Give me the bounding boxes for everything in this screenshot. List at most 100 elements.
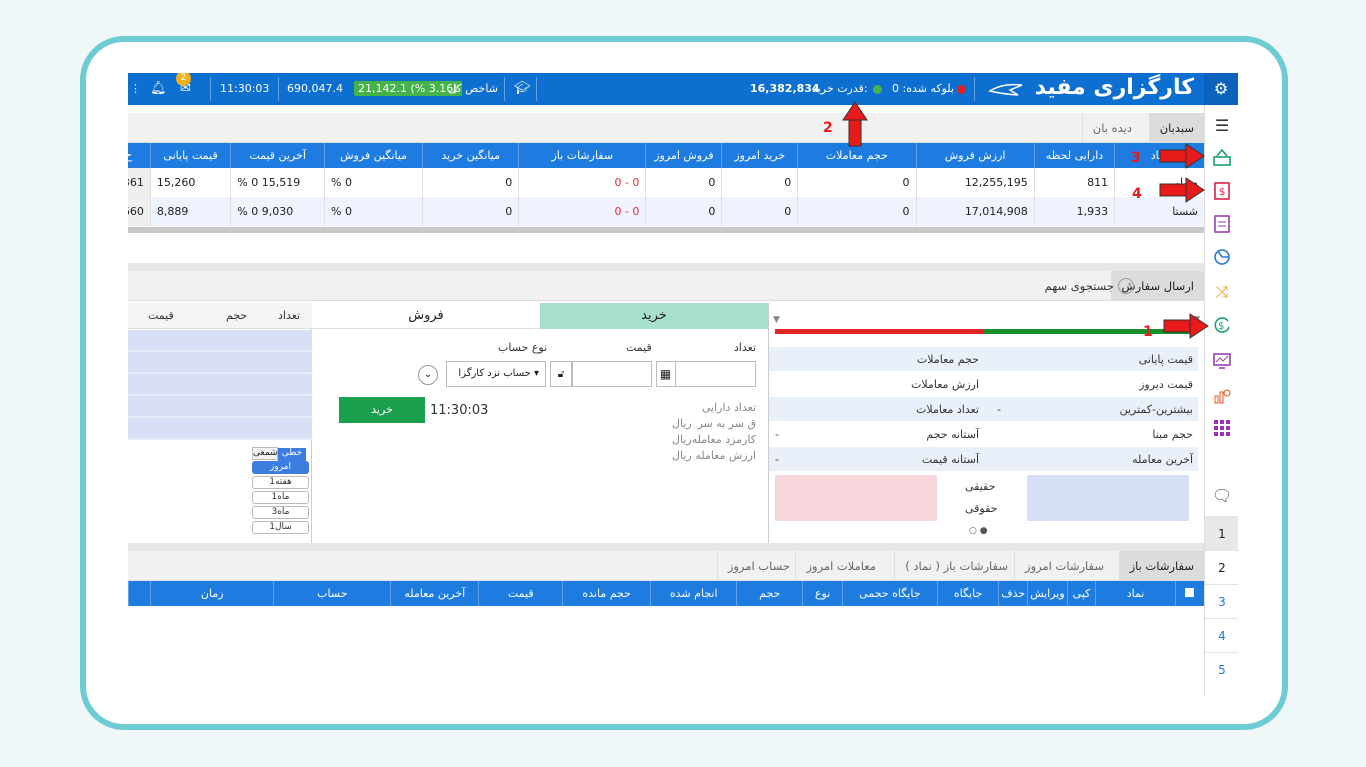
col-avg-buy: میانگین خرید <box>422 143 519 168</box>
cell-sell-value: 17,014,908 <box>915 197 1035 226</box>
pie-chart-icon[interactable] <box>1211 247 1233 269</box>
info-volume-threshold-label: آستانه حجم <box>926 428 979 441</box>
col-remaining: حجم مانده <box>562 581 651 606</box>
cell-best: 889,660 <box>128 197 151 226</box>
buy-button[interactable]: خرید <box>339 397 425 423</box>
asset-count-label: تعداد دارایی <box>701 401 756 414</box>
pager-dots[interactable]: ○ ● <box>969 526 988 536</box>
trade-value-label: ارزش معامله <box>695 449 756 462</box>
range-today[interactable]: امروز <box>252 461 309 474</box>
info-close-price-label: قیمت پایانی <box>1138 353 1193 366</box>
workspace-3[interactable]: 3 <box>1205 584 1238 618</box>
cell-holding: 811 <box>1033 168 1115 197</box>
info-base-volume-label: حجم مبنا <box>1152 428 1193 441</box>
chart-toggle: شمعی خطی <box>252 445 309 461</box>
orders-tabbar: سفارشات باز سفارشات امروز سفارشات باز ( … <box>128 551 1204 581</box>
order-tabbar: ارسال سفارش جستجوی سهم <box>128 271 1204 301</box>
col-holding: دارایی لحظه <box>1033 143 1115 168</box>
info-volume-label: حجم معاملات <box>916 353 979 366</box>
col-symbol: نماد <box>1114 143 1204 168</box>
panel-divider <box>128 263 1204 271</box>
cell-symbol[interactable]: شستا <box>1114 197 1204 226</box>
depth-col-price: قیمت <box>148 309 174 322</box>
col-price: قیمت <box>478 581 563 606</box>
bar-chart-icon[interactable] <box>1211 385 1233 407</box>
portfolio-icon[interactable] <box>1211 147 1233 169</box>
more-icon[interactable]: ⋮ <box>130 73 141 105</box>
candle-toggle[interactable]: شمعی <box>252 447 278 460</box>
col-rank: جایگاه <box>936 581 999 606</box>
col-time: زمان <box>150 581 274 606</box>
col-best: ح بهترین <box>128 143 151 168</box>
col-open-orders: سفارشات باز <box>518 143 646 168</box>
price-input[interactable] <box>572 361 652 387</box>
dollar-cycle-icon[interactable]: $ <box>1211 315 1233 337</box>
orders-header-row: زمان حساب آخرین معامله قیمت حجم مانده ان… <box>128 581 1204 606</box>
range-1m[interactable]: 1ماه <box>252 491 309 504</box>
cell-close-pct: % 0 <box>323 168 423 197</box>
top-bar: ⋮ 🔔︎ ✉︎ 2 11:30:03 690,047.4 21,142.1 (%… <box>128 73 1238 105</box>
search-icon[interactable] <box>1118 278 1134 294</box>
tab-watch[interactable]: دیده بان <box>1081 113 1142 143</box>
apps-grid-icon[interactable] <box>1211 419 1233 441</box>
range-1w[interactable]: 1هفته <box>252 476 309 489</box>
receipt-icon[interactable]: $ <box>1211 181 1233 203</box>
tab-open-orders-symbol[interactable]: سفارشات باز ( نماد ) <box>894 551 1018 581</box>
horizontal-scrollbar[interactable] <box>128 227 1204 233</box>
col-type: نوع <box>802 581 843 606</box>
depth-col-volume: حجم <box>226 309 248 322</box>
sell-tab[interactable]: فروش <box>312 303 540 329</box>
workspace-1[interactable]: 1 <box>1205 516 1238 550</box>
range-3m[interactable]: 3ماه <box>252 506 309 519</box>
stock-search-input[interactable]: جستجوی سهم <box>994 271 1114 301</box>
menu-icon[interactable]: ☰ <box>1211 115 1233 137</box>
bell-icon[interactable]: 🔔︎ <box>150 73 167 105</box>
sell-ratio-bar <box>775 329 983 334</box>
right-sidebar: ☰ $ ⤨ $ 🗨︎ 1 2 3 4 5 <box>1204 105 1238 696</box>
account-select[interactable]: حساب نزد کارگزا ▾ <box>446 361 546 387</box>
brand-name: کارگزاری مفید <box>1034 75 1194 100</box>
orders-table: زمان حساب آخرین معامله قیمت حجم مانده ان… <box>128 581 1204 606</box>
chevron-down-icon[interactable]: ⌄ <box>418 365 438 385</box>
fee-label: کارمزد معامله <box>691 433 756 446</box>
tab-today-trades[interactable]: معاملات امروز <box>795 551 886 581</box>
chat-icon[interactable]: 🗨︎ <box>1211 485 1233 507</box>
clipboard-icon[interactable] <box>1211 213 1233 235</box>
status-green-dot <box>873 84 882 94</box>
calculator-icon[interactable]: ▦ <box>656 361 676 387</box>
select-all-checkbox[interactable] <box>1174 581 1204 606</box>
tab-today-orders[interactable]: سفارشات امروز <box>1014 551 1114 581</box>
graduation-cap-icon[interactable]: 🎓︎ <box>514 73 531 105</box>
watchlist-panel: ح بهترین قیمت پایانی آخرین قیمت میانگین … <box>128 143 1204 233</box>
col-edit: ویرایش <box>1027 581 1068 606</box>
tab-today-account[interactable]: حساب امروز <box>716 551 800 581</box>
cell-last: % 0 15,519 <box>230 168 325 197</box>
tab-portfolio[interactable]: سبدبان <box>1148 113 1204 143</box>
monitor-chart-icon[interactable] <box>1211 351 1233 373</box>
cell-buy-today: 0 <box>721 197 798 226</box>
col-buy-today: خرید امروز <box>721 143 798 168</box>
table-row[interactable]: 889,660 8,889 % 0 9,030 % 0 0 0 - 0 0 0 … <box>128 197 1204 226</box>
cell-symbol[interactable]: وصلی <box>1114 168 1204 197</box>
cell-open-orders: 0 - 0 <box>518 197 646 226</box>
workspace-5[interactable]: 5 <box>1205 652 1238 686</box>
shuffle-icon[interactable]: ⤨ <box>1211 281 1233 303</box>
col-done: انجام شده <box>650 581 737 606</box>
tab-open-orders[interactable]: سفارشات باز <box>1118 551 1204 581</box>
info-high-low-label: بیشترین-کمترین <box>1119 403 1193 416</box>
range-1y[interactable]: 1سال <box>252 521 309 534</box>
info-last-trade-label: آخرین معامله <box>1132 453 1193 466</box>
cell-avg-sell: 0 <box>422 197 519 226</box>
workspace-4[interactable]: 4 <box>1205 618 1238 652</box>
col-symbol: نماد <box>1095 581 1176 606</box>
buy-tab[interactable]: خرید <box>540 303 768 329</box>
settings-icon[interactable]: ⚙︎ <box>1204 73 1238 105</box>
workspace-2[interactable]: 2 <box>1205 550 1238 584</box>
lock-icon[interactable]: 🔓︎ <box>550 361 572 387</box>
account-type-label: نوع حساب <box>498 341 548 354</box>
table-row[interactable]: 839,361 15,260 % 0 15,519 % 0 0 0 - 0 0 … <box>128 168 1204 197</box>
cell-buy-today: 0 <box>721 168 798 197</box>
cell-close: 8,889 <box>149 197 231 226</box>
line-toggle[interactable]: خطی <box>278 448 306 461</box>
trading-app: ⋮ 🔔︎ ✉︎ 2 11:30:03 690,047.4 21,142.1 (%… <box>128 73 1238 696</box>
